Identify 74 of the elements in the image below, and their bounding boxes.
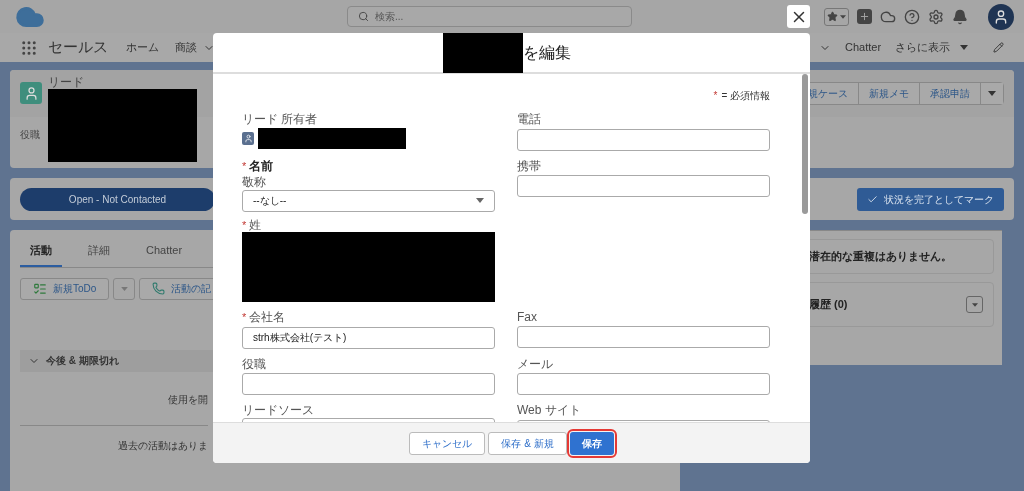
edit-icon[interactable] xyxy=(993,42,1004,53)
caret-icon xyxy=(971,302,978,307)
input-field[interactable] xyxy=(517,373,770,395)
empty-message: 過去の活動はありま xyxy=(118,438,208,453)
modal-title: を編集 xyxy=(522,42,571,63)
required-mark: * xyxy=(713,89,718,103)
field-label: Fax xyxy=(517,309,537,324)
nav-tab[interactable]: 商談 xyxy=(175,39,215,56)
field-label: 携帯 xyxy=(517,158,541,173)
required-mark: * xyxy=(242,217,247,232)
owner-avatar-icon xyxy=(242,132,254,145)
field-label: リードソース xyxy=(242,403,314,417)
bell-icon[interactable] xyxy=(952,8,968,25)
tab[interactable]: Chatter xyxy=(136,242,193,267)
mark-complete-button[interactable]: 状況を完了としてマーク xyxy=(857,187,1004,211)
required-note: = 必須情報 xyxy=(721,89,770,103)
check-icon xyxy=(867,193,878,205)
input-field[interactable] xyxy=(517,175,770,197)
caret-icon xyxy=(960,45,969,50)
action-button[interactable]: 新規メモ xyxy=(859,83,920,104)
field-label: Web サイト xyxy=(517,403,581,417)
search-field[interactable]: 検索... xyxy=(347,6,632,27)
menu-button[interactable] xyxy=(966,296,983,313)
empty-message: 使用を開 xyxy=(20,391,208,426)
object-label: リード xyxy=(48,76,85,88)
tab[interactable]: 詳細 xyxy=(78,242,120,267)
field-label: 会社名 xyxy=(249,309,286,324)
section-header[interactable]: 今後 & 期限切れ xyxy=(20,349,213,372)
caret-icon xyxy=(476,198,484,203)
field-label: 敬称 xyxy=(242,174,266,189)
footer-button[interactable]: 保存 & 新規 xyxy=(488,431,567,455)
phone-icon xyxy=(152,282,166,295)
select-field[interactable]: --なし-- xyxy=(242,189,495,212)
scrollbar[interactable] xyxy=(802,74,808,214)
task-list-icon xyxy=(33,281,47,296)
app-name: セールス xyxy=(48,37,108,58)
close-button[interactable] xyxy=(787,5,810,28)
search-icon xyxy=(358,11,369,22)
caret-icon xyxy=(988,91,996,96)
field-label: リード 所有者 xyxy=(242,112,318,126)
lead-icon xyxy=(20,82,42,104)
input-field[interactable] xyxy=(242,373,495,395)
more-actions-button[interactable] xyxy=(981,83,1003,104)
input-field[interactable] xyxy=(517,326,770,348)
tab[interactable]: 活動 xyxy=(20,242,62,267)
path-stage[interactable]: Open - Not Contacted xyxy=(20,187,215,211)
required-mark: * xyxy=(242,309,247,324)
field-label: 姓 xyxy=(249,217,262,232)
nav-tab[interactable]: ホーム xyxy=(126,39,159,56)
footer-button[interactable]: キャンセル xyxy=(409,431,486,455)
field-label: 役職 xyxy=(242,356,266,371)
field-label: 名前 xyxy=(249,158,274,173)
input-field[interactable]: strh株式会社(テスト) xyxy=(242,326,495,349)
avatar-icon[interactable] xyxy=(988,3,1014,30)
card-title: 履歴 (0) xyxy=(809,297,848,313)
nav-tab[interactable]: Chatter xyxy=(845,39,882,56)
field-label: 役職 xyxy=(20,128,40,142)
card-title: 潜在的な重複はありません。 xyxy=(809,249,952,265)
star-icon xyxy=(827,11,838,22)
required-mark: * xyxy=(242,158,247,173)
save-button[interactable]: 保存 xyxy=(569,431,614,455)
favorites-button[interactable] xyxy=(824,7,849,26)
help-icon[interactable] xyxy=(904,8,920,25)
settings-icon[interactable] xyxy=(928,8,944,25)
action-button[interactable]: 承認申請 xyxy=(920,83,981,104)
add-icon[interactable] xyxy=(857,9,872,24)
app-launcher-icon[interactable] xyxy=(20,38,38,57)
caret-icon xyxy=(840,14,846,19)
input-field[interactable] xyxy=(517,128,770,151)
field-label: メール xyxy=(517,356,553,371)
caret-icon xyxy=(120,286,128,291)
field-label: 電話 xyxy=(517,112,541,126)
activity-button[interactable]: 新規ToDo xyxy=(20,277,110,300)
nav-tab[interactable]: さらに表示 xyxy=(895,39,969,56)
